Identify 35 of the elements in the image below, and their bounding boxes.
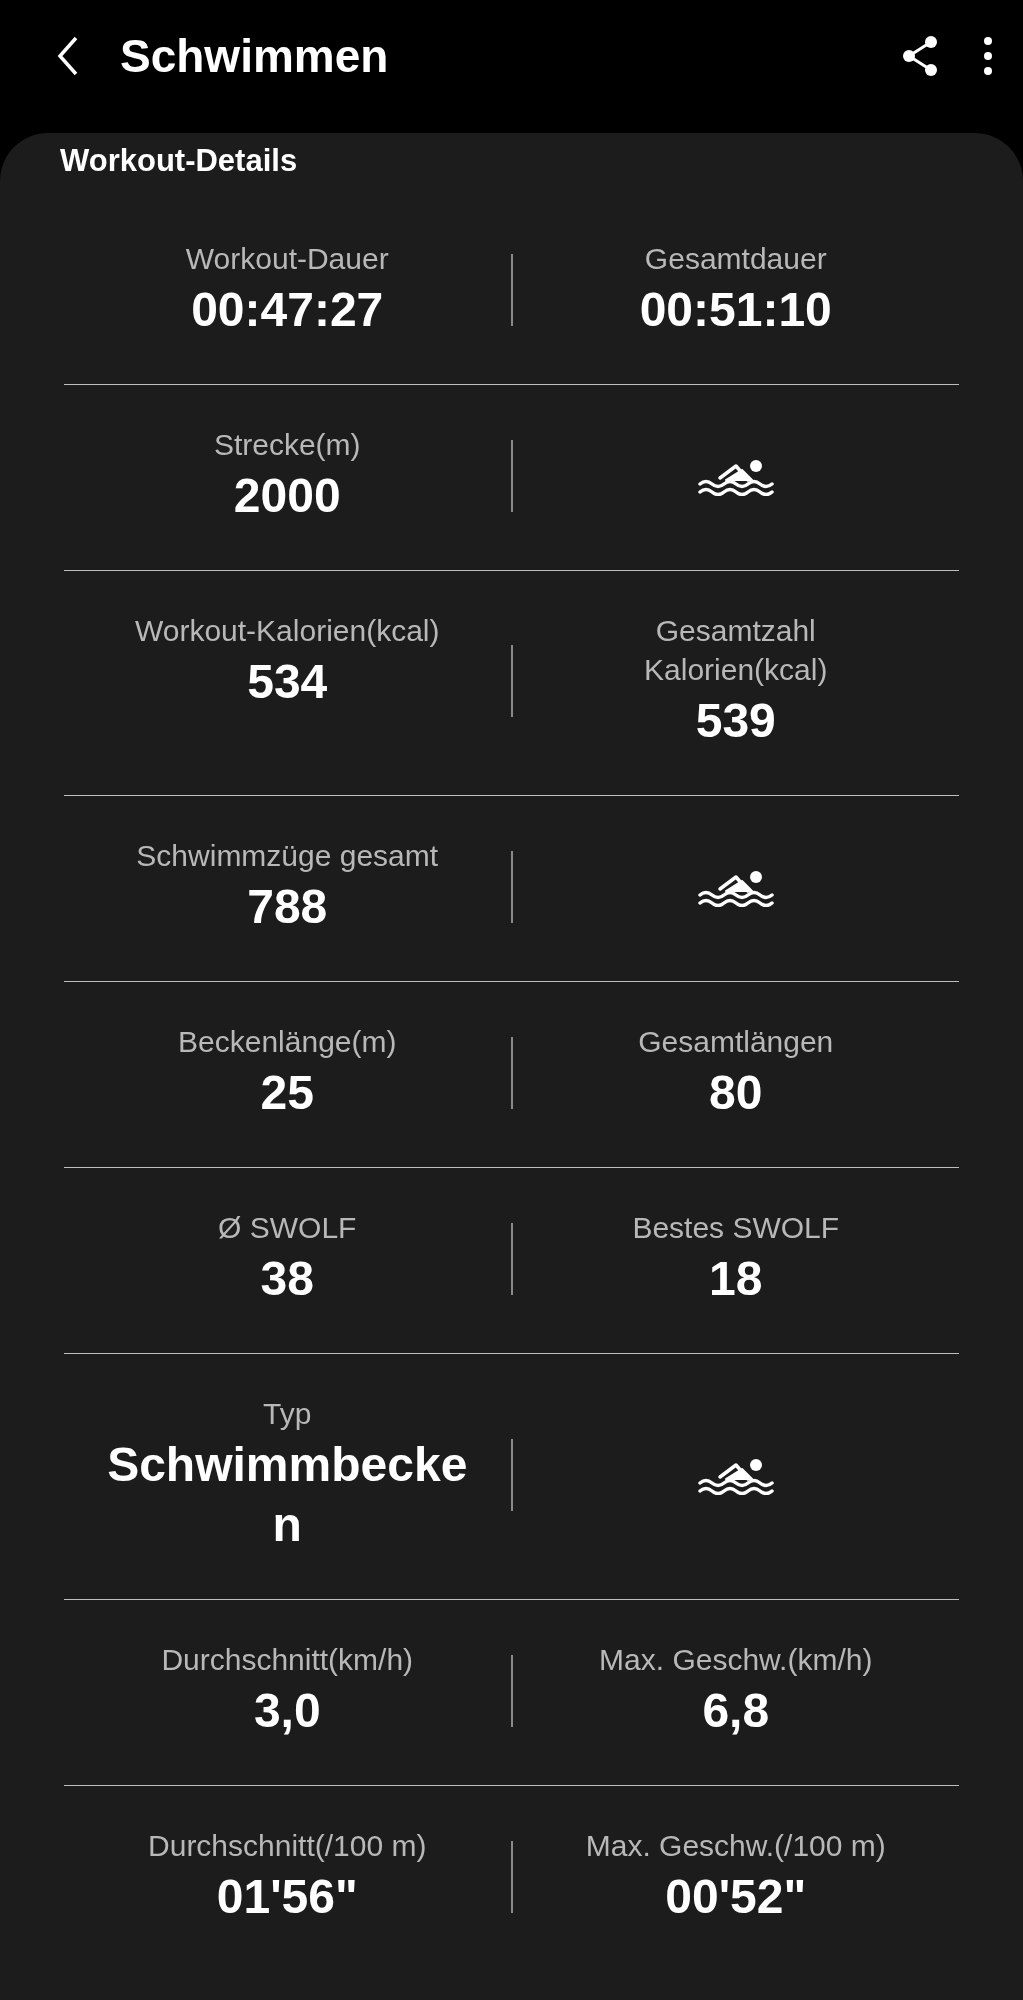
more-options-icon[interactable]: [983, 36, 993, 76]
page-title: Schwimmen: [120, 29, 390, 83]
stat-label: Ø SWOLF: [218, 1210, 357, 1246]
stat-label: Workout-Dauer: [185, 241, 389, 277]
stat-value: Schwimmbecken: [106, 1437, 469, 1553]
back-icon[interactable]: [56, 34, 80, 78]
stat-label: Workout-Kalorien(kcal): [134, 613, 440, 649]
stat-label: Typ: [263, 1396, 312, 1432]
stat-value: 00'52": [665, 1869, 807, 1925]
stat-label: Max. Geschw.(/100 m): [585, 1828, 886, 1864]
stat-label: Durchschnitt(km/h): [161, 1642, 414, 1678]
stat-value: 2000: [233, 468, 341, 524]
stat-value: 534: [247, 654, 328, 710]
stat-value: 38: [260, 1251, 314, 1307]
stat-value: 18: [709, 1251, 763, 1307]
section-title: Workout-Details: [60, 143, 299, 179]
stat-label: Bestes SWOLF: [632, 1210, 840, 1246]
stat-label: Gesamtzahl Kalorien(kcal): [643, 613, 829, 688]
stat-label: Gesamtlängen: [638, 1024, 834, 1060]
stat-value: 6,8: [702, 1683, 770, 1739]
stat-value: 539: [695, 693, 776, 749]
stat-value: 01'56": [216, 1869, 358, 1925]
stat-label: Strecke(m): [213, 427, 361, 463]
stat-value: 00:47:27: [191, 282, 384, 338]
stat-value: 00:51:10: [639, 282, 832, 338]
stat-value: 80: [709, 1065, 763, 1121]
stat-label: Schwimmzüge gesamt: [136, 838, 439, 874]
stat-value: 788: [247, 879, 328, 935]
stat-label: Max. Geschw.(km/h): [599, 1642, 873, 1678]
stat-value: 3,0: [253, 1683, 321, 1739]
stat-label: Gesamtdauer: [644, 241, 827, 277]
stat-label: Beckenlänge(m): [178, 1024, 397, 1060]
stat-value: 25: [260, 1065, 314, 1121]
share-icon[interactable]: [901, 35, 939, 77]
stat-label: Durchschnitt(/100 m): [148, 1828, 427, 1864]
